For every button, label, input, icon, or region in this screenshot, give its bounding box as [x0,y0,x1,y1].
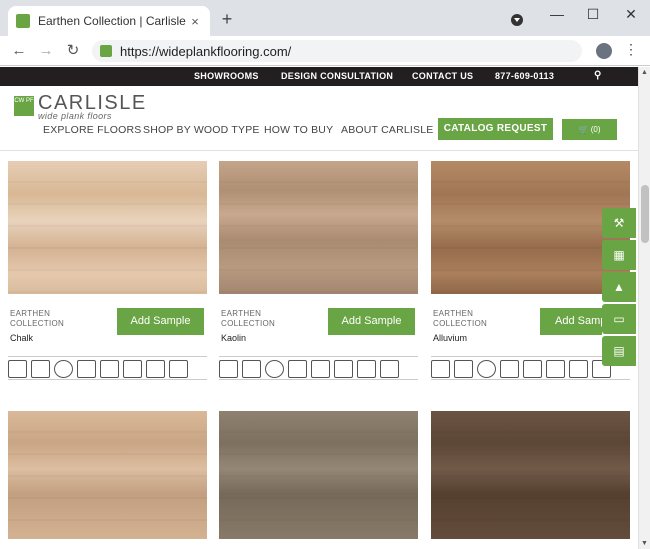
new-tab-button[interactable]: + [218,10,236,28]
product-collection: EARTHEN COLLECTION [10,309,65,328]
product-swatch-alluvium[interactable] [431,161,630,294]
browser-tab-bar: Earthen Collection | Carlisle Wide × + —… [0,0,650,36]
site-top-bar: SHOWROOMS DESIGN CONSULTATION CONTACT US… [0,67,638,86]
side-tools: ⚒ ▦ ▲ ▭ ▤ [602,208,636,368]
nav-shop-by-wood-type[interactable]: SHOP BY WOOD TYPE [143,124,260,136]
tree-icon[interactable]: ▲ [602,272,636,302]
layers-icon [454,360,473,378]
board-set-icon [311,360,330,378]
forward-button[interactable]: → [37,42,55,60]
bars-icon [123,360,142,378]
browser-menu-button[interactable]: ⋮ [624,41,638,58]
site-favicon-icon [16,14,30,28]
document-icon[interactable]: ▤ [602,336,636,366]
finish-tool-icon [380,360,399,378]
boards-icon [77,360,96,378]
book-icon[interactable]: ▭ [602,304,636,334]
contact-us-link[interactable]: CONTACT US [412,71,473,81]
board-set-icon [100,360,119,378]
minimize-button[interactable]: — [548,6,566,22]
address-bar: ← → ↻ https://wideplankflooring.com/ ⋮ [0,36,650,66]
grid-icon[interactable]: ▦ [602,240,636,270]
product-name[interactable]: Kaolin [221,333,246,343]
board-set-icon [523,360,542,378]
tab-close-icon[interactable]: × [188,14,202,29]
scroll-thumb[interactable] [641,185,649,243]
ring-icon [477,360,496,378]
nav-explore-floors[interactable]: EXPLORE FLOORS [43,124,142,136]
product-feature-icons [431,356,630,380]
scroll-down-icon[interactable]: ▼ [639,540,650,547]
product-swatch[interactable] [219,411,418,539]
back-button[interactable]: ← [10,42,28,60]
close-window-button[interactable]: ✕ [622,6,640,23]
bars-icon [546,360,565,378]
product-swatch[interactable] [8,411,207,539]
boards-icon [288,360,307,378]
catalog-request-button[interactable]: CATALOG REQUEST [438,118,553,140]
layers-icon [31,360,50,378]
finish-tool-icon [169,360,188,378]
plank-width-icon [8,360,27,378]
url-text: https://wideplankflooring.com/ [120,43,292,59]
nav-about-carlisle[interactable]: ABOUT CARLISLE [341,124,433,136]
hammer-icon[interactable]: ⚒ [602,208,636,238]
scroll-up-icon[interactable]: ▲ [639,69,650,76]
search-icon[interactable]: ⚲ [594,70,602,81]
stack-icon [146,360,165,378]
plank-width-icon [431,360,450,378]
product-collection: EARTHEN COLLECTION [433,309,488,328]
download-icon[interactable] [511,14,523,26]
maximize-button[interactable]: ☐ [584,6,602,23]
header-divider [0,150,638,151]
product-name[interactable]: Alluvium [433,333,467,343]
product-swatch-kaolin[interactable] [219,161,418,294]
browser-tab[interactable]: Earthen Collection | Carlisle Wide × [8,6,210,36]
product-swatch-chalk[interactable] [8,161,207,294]
boards-icon [500,360,519,378]
url-field[interactable]: https://wideplankflooring.com/ [92,40,582,62]
product-collection: EARTHEN COLLECTION [221,309,276,328]
add-sample-button[interactable]: Add Sample [540,308,602,335]
add-sample-button[interactable]: Add Sample [117,308,204,335]
ring-icon [54,360,73,378]
design-consultation-link[interactable]: DESIGN CONSULTATION [281,71,393,81]
page-scrollbar[interactable]: ▲ ▼ [638,67,650,549]
bars-icon [334,360,353,378]
logo-tagline: wide plank floors [38,111,112,121]
add-sample-button[interactable]: Add Sample [328,308,415,335]
phone-link[interactable]: 877-609-0113 [495,71,554,81]
logo-mark[interactable]: CW PF [14,96,34,116]
site-info-icon[interactable] [100,45,112,57]
cart-button[interactable]: 🛒 (0) [562,119,617,140]
stack-icon [569,360,588,378]
plank-width-icon [219,360,238,378]
product-swatch[interactable] [431,411,630,539]
reload-button[interactable]: ↻ [64,42,82,60]
product-name[interactable]: Chalk [10,333,33,343]
nav-how-to-buy[interactable]: HOW TO BUY [264,124,333,136]
layers-icon [242,360,261,378]
tab-title: Earthen Collection | Carlisle Wide [38,14,188,28]
profile-avatar[interactable] [596,43,612,59]
ring-icon [265,360,284,378]
product-feature-icons [8,356,207,380]
product-feature-icons [219,356,418,380]
stack-icon [357,360,376,378]
showrooms-link[interactable]: SHOWROOMS [194,71,259,81]
